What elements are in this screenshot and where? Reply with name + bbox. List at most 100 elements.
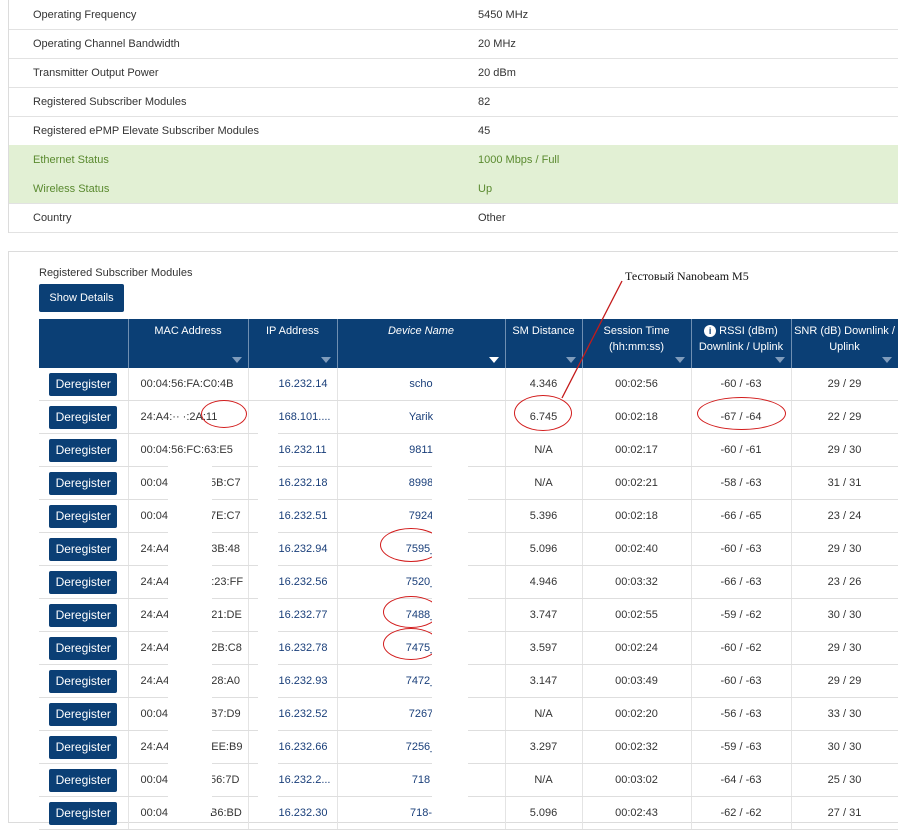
deregister-button[interactable]: Deregister xyxy=(49,768,118,792)
rssi-cell: -59 / -63 xyxy=(691,730,792,764)
row-actions-cell: Deregister xyxy=(39,664,129,698)
deregister-button[interactable]: Deregister xyxy=(49,471,118,495)
snr-cell: 25 / 30 xyxy=(791,763,898,797)
snr-cell: 31 / 31 xyxy=(791,466,898,500)
device-name-link[interactable]: 7256_ xyxy=(337,730,506,764)
mac-address: 00:04 xyxy=(140,774,169,786)
column-label: IP Address xyxy=(266,325,319,337)
device-name-link[interactable]: 7924 xyxy=(337,499,506,533)
status-label: Registered ePMP Elevate Subscriber Modul… xyxy=(33,125,260,137)
sort-arrow-icon[interactable] xyxy=(231,357,242,363)
column-device-name[interactable]: Device Name xyxy=(337,319,506,368)
mac-address: 00:04:56:FA:C0:4B xyxy=(140,378,234,390)
column-rssi[interactable]: i RSSI (dBm) Downlink / Uplink xyxy=(691,319,792,368)
status-row: Ethernet Status 1000 Mbps / Full xyxy=(9,145,898,175)
row-actions-cell: Deregister xyxy=(39,400,129,434)
device-name-link[interactable]: 7595_ xyxy=(337,532,506,566)
column-label-sub: Uplink xyxy=(829,341,860,353)
deregister-button[interactable]: Deregister xyxy=(49,372,118,396)
redaction-block xyxy=(258,430,278,814)
device-name-link[interactable]: 718- xyxy=(337,796,506,830)
column-mac-address[interactable]: MAC Address xyxy=(128,319,249,368)
snr-cell: 29 / 30 xyxy=(791,433,898,467)
rssi-cell: -58 / -63 xyxy=(691,466,792,500)
snr-cell: 23 / 26 xyxy=(791,565,898,599)
sort-arrow-icon[interactable] xyxy=(320,357,331,363)
mac-address: 24:A4 xyxy=(140,675,170,687)
ip-address-link[interactable]: 16.232.14 xyxy=(248,368,338,401)
row-actions-cell: Deregister xyxy=(39,598,129,632)
column-session-time[interactable]: Session Time (hh:mm:ss) xyxy=(582,319,692,368)
deregister-button[interactable]: Deregister xyxy=(49,570,118,594)
column-ip-address[interactable]: IP Address xyxy=(248,319,338,368)
sort-arrow-icon[interactable] xyxy=(881,357,892,363)
session-time-cell: 00:03:02 xyxy=(582,763,692,797)
mac-address-tail: B7:D9 xyxy=(210,708,241,720)
device-name-link[interactable]: 7488_ xyxy=(337,598,506,632)
rssi-cell: -60 / -63 xyxy=(691,532,792,566)
table-row: Deregister 24:A4:·· ·:2A:11 168.101.... Yar… xyxy=(39,400,898,434)
deregister-button[interactable]: Deregister xyxy=(49,438,118,462)
device-name-link[interactable]: 7267 xyxy=(337,697,506,731)
column-label: SNR (dB) Downlink / xyxy=(794,325,895,337)
mac-address-tail: :23:FF xyxy=(211,576,244,588)
sort-arrow-icon[interactable] xyxy=(674,357,685,363)
mac-address: 00:04 xyxy=(140,477,169,489)
deregister-button[interactable]: Deregister xyxy=(49,801,118,825)
session-time-cell: 00:02:20 xyxy=(582,697,692,731)
rssi-cell: -60 / -63 xyxy=(691,368,792,401)
mac-address: 00:04:56:FC:63:E5 xyxy=(140,444,233,456)
sort-arrow-icon[interactable] xyxy=(774,357,785,363)
mac-address-tail: 2B:C8 xyxy=(211,642,242,654)
device-name-link[interactable]: 718 xyxy=(337,763,506,797)
status-row: Wireless Status Up xyxy=(9,174,898,204)
device-name-link[interactable]: 9811 xyxy=(337,433,506,467)
status-value: 1000 Mbps / Full xyxy=(478,154,560,166)
rssi-cell: -62 / -62 xyxy=(691,796,792,830)
status-label: Transmitter Output Power xyxy=(33,67,159,79)
sm-distance-cell: 3.147 xyxy=(505,664,583,698)
info-icon[interactable]: i xyxy=(704,325,717,337)
device-name-link[interactable]: Yarik xyxy=(337,400,506,434)
deregister-button[interactable]: Deregister xyxy=(49,504,118,528)
device-name-link[interactable]: 7520_ xyxy=(337,565,506,599)
deregister-button[interactable]: Deregister xyxy=(49,405,118,429)
deregister-button[interactable]: Deregister xyxy=(49,537,118,561)
sm-distance-cell: 4.346 xyxy=(505,368,583,401)
row-actions-cell: Deregister xyxy=(39,796,129,830)
sort-arrow-icon[interactable] xyxy=(565,357,576,363)
device-name-link[interactable]: scho xyxy=(337,368,506,401)
snr-cell: 29 / 29 xyxy=(791,664,898,698)
sort-arrow-icon[interactable] xyxy=(488,357,499,363)
sm-distance-cell: 3.297 xyxy=(505,730,583,764)
status-row: Transmitter Output Power 20 dBm xyxy=(9,58,898,88)
sm-distance-cell: N/A xyxy=(505,466,583,500)
column-sm-distance[interactable]: SM Distance xyxy=(505,319,583,368)
sm-distance-cell: 3.747 xyxy=(505,598,583,632)
status-label: Operating Channel Bandwidth xyxy=(33,38,180,50)
snr-cell: 29 / 30 xyxy=(791,532,898,566)
session-time-cell: 00:02:55 xyxy=(582,598,692,632)
status-label: Country xyxy=(33,212,72,224)
ip-address-link[interactable]: 168.101.... xyxy=(248,400,338,434)
column-label: SM Distance xyxy=(512,325,575,337)
column-snr[interactable]: SNR (dB) Downlink / Uplink xyxy=(791,319,898,368)
mac-address: 24:A4:·· ·:2A:11 xyxy=(140,411,218,423)
mac-address-tail: B6:BD xyxy=(210,807,242,819)
device-name-link[interactable]: 7475_ xyxy=(337,631,506,665)
device-name-link[interactable]: 8998 xyxy=(337,466,506,500)
rssi-cell: -64 / -63 xyxy=(691,763,792,797)
deregister-button[interactable]: Deregister xyxy=(49,735,118,759)
deregister-button[interactable]: Deregister xyxy=(49,603,118,627)
device-name-link[interactable]: 7472_ xyxy=(337,664,506,698)
mac-address: 24:A4 xyxy=(140,543,170,555)
status-value: Up xyxy=(478,183,493,195)
show-details-button[interactable]: Show Details xyxy=(39,284,124,312)
deregister-button[interactable]: Deregister xyxy=(49,702,118,726)
status-value: 20 dBm xyxy=(478,67,516,79)
session-time-cell: 00:02:18 xyxy=(582,400,692,434)
rssi-cell: -60 / -62 xyxy=(691,631,792,665)
deregister-button[interactable]: Deregister xyxy=(49,636,118,660)
column-actions xyxy=(39,319,129,368)
deregister-button[interactable]: Deregister xyxy=(49,669,118,693)
